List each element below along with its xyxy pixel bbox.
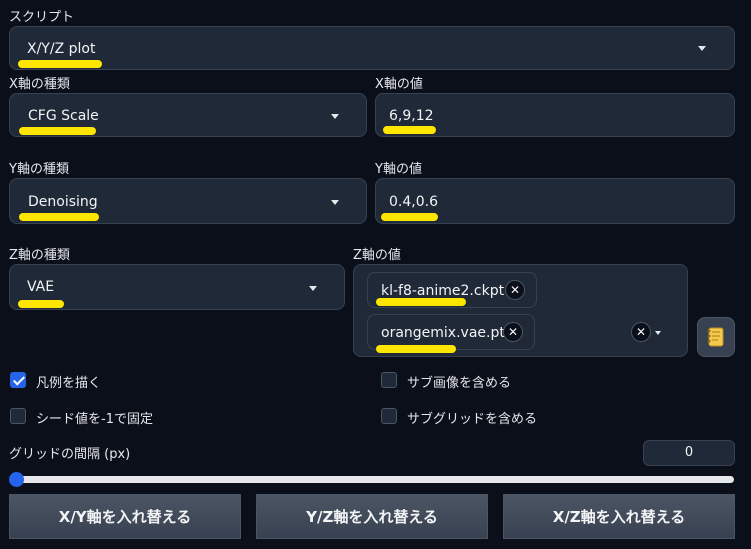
include-sub-grids-checkbox[interactable]	[381, 408, 397, 424]
chevron-down-icon	[698, 46, 706, 51]
script-label: スクリプト	[9, 10, 75, 25]
x-axis-values-label: X軸の値	[375, 77, 423, 92]
y-axis-type-value: Denoising	[28, 194, 98, 210]
grid-margin-slider-track[interactable]	[16, 476, 734, 483]
z-axis-chip-label: orangemix.vae.pt	[381, 325, 505, 341]
z-axis-values-multiselect[interactable]: kl-f8-anime2.ckpt ✕ orangemix.vae.pt ✕ ✕	[353, 264, 688, 357]
highlight-mark	[18, 60, 102, 68]
draw-legend-checkbox[interactable]	[10, 372, 26, 388]
y-axis-type-label: Y軸の種類	[9, 162, 69, 177]
highlight-mark	[376, 298, 466, 306]
chevron-down-icon	[331, 200, 339, 205]
notebook-button[interactable]	[697, 317, 735, 357]
highlight-mark	[19, 213, 99, 221]
include-sub-grids-label: サブグリッドを含める	[407, 412, 538, 427]
grid-margin-label: グリッドの間隔 (px)	[9, 447, 131, 462]
highlight-mark	[18, 300, 64, 308]
y-axis-values-label: Y軸の値	[375, 162, 422, 177]
swap-yz-button[interactable]: Y/Z軸を入れ替える	[256, 494, 488, 539]
z-axis-values-label: Z軸の値	[353, 248, 401, 263]
chevron-down-icon[interactable]	[655, 331, 661, 335]
x-axis-type-value: CFG Scale	[28, 108, 99, 124]
y-axis-values-text: 0.4,0.6	[389, 194, 438, 210]
highlight-mark	[381, 213, 438, 221]
close-icon[interactable]: ✕	[503, 322, 523, 342]
highlight-mark	[19, 127, 96, 135]
z-axis-type-label: Z軸の種類	[9, 248, 70, 263]
highlight-mark	[376, 345, 456, 353]
x-axis-values-text: 6,9,12	[389, 108, 434, 124]
chevron-down-icon	[309, 286, 317, 291]
draw-legend-label: 凡例を描く	[36, 376, 102, 391]
fix-seed-checkbox[interactable]	[10, 408, 26, 424]
grid-margin-number-input[interactable]: 0	[643, 440, 735, 466]
close-icon[interactable]: ✕	[505, 280, 525, 300]
z-axis-chip-label: kl-f8-anime2.ckpt	[381, 283, 505, 299]
chevron-down-icon	[331, 114, 339, 119]
include-sub-images-checkbox[interactable]	[381, 372, 397, 388]
z-axis-type-value: VAE	[27, 279, 55, 295]
swap-xy-button[interactable]: X/Y軸を入れ替える	[9, 494, 241, 539]
x-axis-type-label: X軸の種類	[9, 77, 70, 92]
swap-xz-button[interactable]: X/Z軸を入れ替える	[503, 494, 735, 539]
clear-all-icon[interactable]: ✕	[631, 322, 651, 342]
script-value: X/Y/Z plot	[27, 41, 96, 57]
script-dropdown[interactable]: X/Y/Z plot	[9, 26, 735, 70]
include-sub-images-label: サブ画像を含める	[407, 376, 512, 391]
notebook-icon	[707, 327, 724, 347]
fix-seed-label: シード値を-1で固定	[36, 412, 153, 427]
highlight-mark	[383, 126, 436, 134]
grid-margin-slider-thumb[interactable]	[9, 472, 24, 487]
